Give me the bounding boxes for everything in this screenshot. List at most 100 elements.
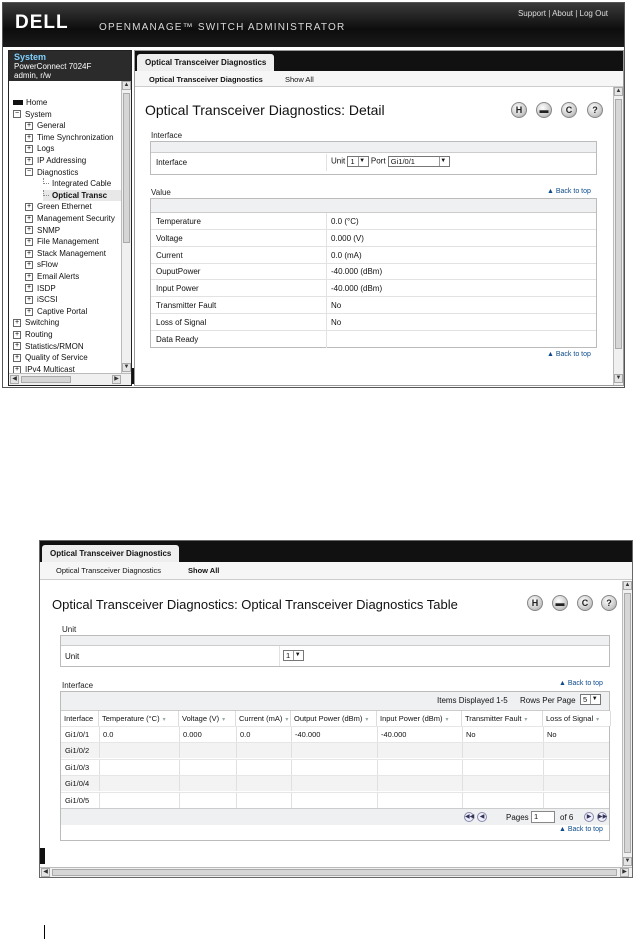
- last-page-icon[interactable]: ▶▶: [597, 812, 607, 822]
- tree-item[interactable]: Home: [13, 97, 47, 108]
- expand-icon[interactable]: +: [25, 284, 33, 293]
- back-to-top-link[interactable]: ▲ Back to top: [547, 188, 591, 195]
- next-page-icon[interactable]: ▶: [584, 812, 594, 822]
- table-row[interactable]: Gi1/0/5: [61, 791, 609, 808]
- table-row[interactable]: Gi1/0/1 0.0 0.000 0.0 -40.000 -40.000 No No: [61, 726, 609, 742]
- expand-icon[interactable]: +: [25, 156, 33, 165]
- expand-icon[interactable]: +: [13, 354, 21, 363]
- support-link[interactable]: Support: [518, 9, 546, 18]
- print-icon[interactable]: ▬: [536, 102, 552, 118]
- expand-icon[interactable]: +: [25, 249, 33, 258]
- tree-item[interactable]: + sFlow: [25, 259, 58, 270]
- refresh-icon[interactable]: C: [577, 595, 593, 611]
- column-header[interactable]: Transmitter Fault ▾: [462, 711, 543, 726]
- tree-item[interactable]: + Switching: [13, 317, 59, 328]
- expand-icon[interactable]: +: [13, 365, 21, 373]
- table-row[interactable]: Gi1/0/4: [61, 775, 609, 792]
- sort-icon[interactable]: ▾: [524, 717, 527, 723]
- tree-item[interactable]: + General: [25, 120, 65, 131]
- tree-item[interactable]: − System: [13, 109, 52, 120]
- column-header[interactable]: Voltage (V) ▾: [179, 711, 236, 726]
- save-icon[interactable]: H: [511, 102, 527, 118]
- scroll-thumb[interactable]: [52, 869, 617, 876]
- scroll-thumb[interactable]: [21, 376, 71, 383]
- scroll-down-icon[interactable]: ▼: [122, 363, 131, 372]
- column-header[interactable]: Input Power (dBm) ▾: [377, 711, 462, 726]
- scroll-right-icon[interactable]: ▶: [620, 868, 629, 877]
- expand-icon[interactable]: +: [25, 307, 33, 316]
- back-to-top-link[interactable]: ▲ Back to top: [559, 826, 603, 833]
- column-header[interactable]: Interface: [61, 711, 99, 726]
- save-icon[interactable]: H: [527, 595, 543, 611]
- column-header[interactable]: Current (mA) ▾: [236, 711, 291, 726]
- table-row[interactable]: Gi1/0/2: [61, 742, 609, 759]
- tree-item[interactable]: + IP Addressing: [25, 155, 86, 166]
- column-header[interactable]: Loss of Signal ▾: [543, 711, 611, 726]
- panel-divider-handle[interactable]: [40, 848, 45, 864]
- about-link[interactable]: About: [552, 9, 573, 18]
- expand-icon[interactable]: +: [25, 122, 33, 131]
- scroll-right-icon[interactable]: ▶: [112, 375, 121, 384]
- content-vertical-scrollbar[interactable]: ▲ ▼: [613, 87, 623, 385]
- tree-item[interactable]: − Diagnostics: [25, 167, 78, 178]
- expand-icon[interactable]: +: [25, 261, 33, 270]
- scroll-left-icon[interactable]: ◀: [10, 375, 19, 384]
- tab-optical-transceiver-diagnostics[interactable]: Optical Transceiver Diagnostics: [137, 54, 275, 71]
- scroll-up-icon[interactable]: ▲: [623, 581, 632, 590]
- tree-item[interactable]: + Captive Portal: [25, 306, 87, 317]
- tree-item[interactable]: + Statistics/RMON: [13, 341, 84, 352]
- column-header[interactable]: Temperature (°C) ▾: [99, 711, 179, 726]
- tree-item[interactable]: + ISDP: [25, 283, 56, 294]
- scroll-down-icon[interactable]: ▼: [614, 374, 623, 383]
- expand-icon[interactable]: +: [13, 319, 21, 328]
- tree-item[interactable]: + Green Ethernet: [25, 201, 92, 212]
- collapse-icon[interactable]: −: [13, 110, 21, 119]
- table-row[interactable]: Gi1/0/3: [61, 758, 609, 775]
- sort-icon[interactable]: ▾: [222, 717, 225, 723]
- expand-icon[interactable]: +: [25, 133, 33, 142]
- sort-icon[interactable]: ▾: [596, 717, 599, 723]
- scroll-thumb[interactable]: [615, 99, 622, 349]
- tree-item[interactable]: + Management Security: [25, 213, 115, 224]
- expand-icon[interactable]: +: [25, 272, 33, 281]
- subtab-optical-transceiver-diagnostics[interactable]: Optical Transceiver Diagnostics: [56, 566, 161, 575]
- tree-item[interactable]: + Email Alerts: [25, 271, 79, 282]
- expand-icon[interactable]: +: [25, 238, 33, 247]
- sort-icon[interactable]: ▾: [163, 717, 166, 723]
- tree-item[interactable]: + Logs: [25, 143, 54, 154]
- tree-vertical-scrollbar[interactable]: ▲ ▼: [121, 81, 131, 373]
- tree-item[interactable]: + Routing: [13, 329, 53, 340]
- scroll-left-icon[interactable]: ◀: [41, 868, 50, 877]
- prev-page-icon[interactable]: ◀: [477, 812, 487, 822]
- scroll-up-icon[interactable]: ▲: [614, 87, 623, 96]
- help-icon[interactable]: ?: [601, 595, 617, 611]
- sort-icon[interactable]: ▾: [446, 717, 449, 723]
- tab-optical-transceiver-diagnostics[interactable]: Optical Transceiver Diagnostics: [42, 545, 180, 562]
- back-to-top-link[interactable]: ▲ Back to top: [559, 680, 603, 687]
- expand-icon[interactable]: +: [13, 330, 21, 339]
- tree-item[interactable]: + Quality of Service: [13, 352, 88, 363]
- content-horizontal-scrollbar[interactable]: ◀ ▶: [40, 867, 632, 877]
- expand-icon[interactable]: +: [25, 296, 33, 305]
- sort-icon[interactable]: ▾: [365, 717, 368, 723]
- tree-item[interactable]: Integrated Cable: [43, 178, 111, 189]
- content-vertical-scrollbar[interactable]: ▲ ▼: [622, 581, 632, 867]
- scroll-thumb[interactable]: [123, 93, 130, 243]
- unit-select[interactable]: 1 ▼: [347, 156, 369, 167]
- scroll-thumb[interactable]: [624, 593, 631, 853]
- expand-icon[interactable]: +: [25, 145, 33, 154]
- expand-icon[interactable]: +: [25, 214, 33, 223]
- help-icon[interactable]: ?: [587, 102, 603, 118]
- logout-link[interactable]: Log Out: [580, 9, 608, 18]
- subtab-show-all[interactable]: Show All: [285, 75, 314, 84]
- port-select[interactable]: Gi1/0/1 ▼: [387, 156, 450, 167]
- rows-per-page-select[interactable]: 5 ▼: [580, 694, 602, 705]
- print-icon[interactable]: ▬: [552, 595, 568, 611]
- page-number-input[interactable]: 1: [531, 811, 555, 823]
- subtab-show-all[interactable]: Show All: [188, 566, 219, 575]
- tree-item[interactable]: + IPv4 Multicast: [13, 364, 75, 373]
- scroll-up-icon[interactable]: ▲: [122, 81, 131, 90]
- subtab-optical-transceiver-diagnostics[interactable]: Optical Transceiver Diagnostics: [149, 75, 263, 84]
- tree-item[interactable]: + Time Synchronization: [25, 132, 114, 143]
- tree-item[interactable]: + iSCSI: [25, 294, 57, 305]
